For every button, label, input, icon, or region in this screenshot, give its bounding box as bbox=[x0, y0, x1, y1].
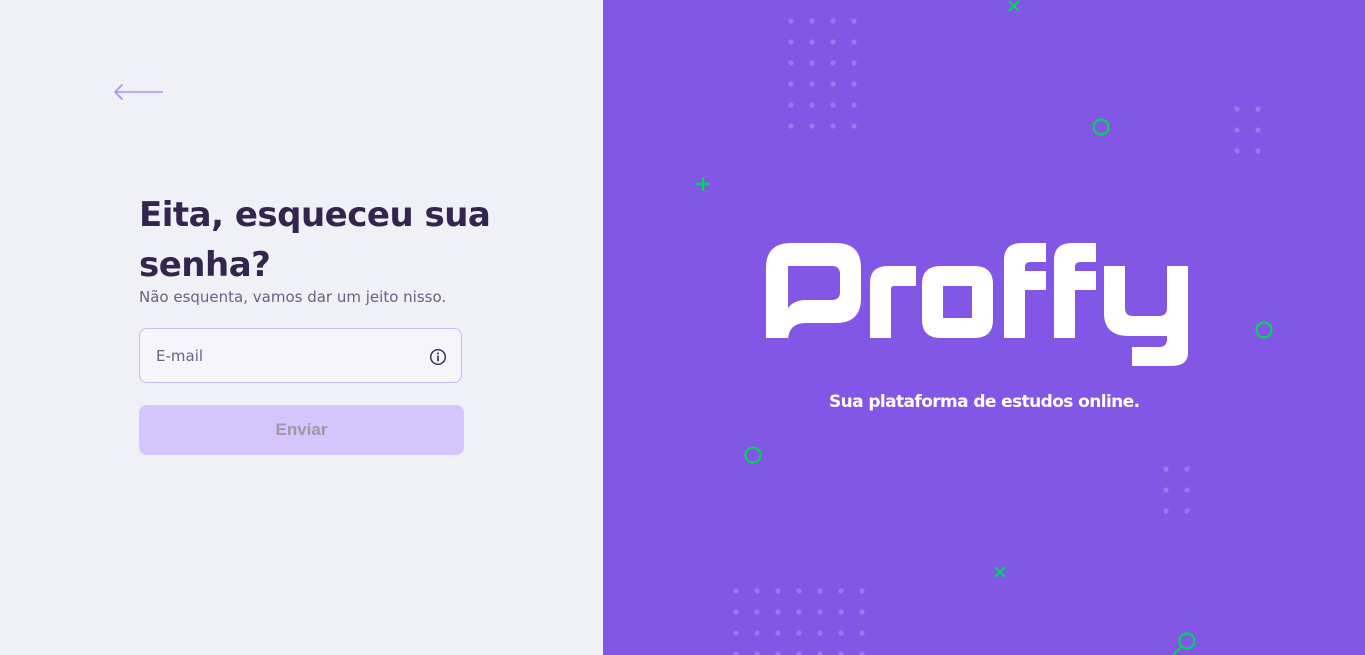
forgot-password-panel: Eita, esqueceu sua senha? Não esquenta, … bbox=[0, 0, 603, 655]
decor-dot bbox=[838, 651, 844, 655]
decor-dot bbox=[754, 609, 760, 615]
decor-dot bbox=[775, 609, 781, 615]
decor-dot bbox=[809, 60, 815, 66]
decor-dot bbox=[838, 630, 844, 636]
decor-dot bbox=[788, 60, 794, 66]
decor-dot bbox=[754, 588, 760, 594]
decor-line bbox=[1172, 646, 1182, 655]
decor-dot bbox=[796, 630, 802, 636]
decor-dot bbox=[1184, 466, 1190, 472]
decor-ring bbox=[1178, 632, 1196, 650]
decor-dot bbox=[809, 123, 815, 129]
slogan: Sua plataforma de estudos online. bbox=[829, 392, 1140, 412]
decor-dot bbox=[851, 60, 857, 66]
decor-dot bbox=[817, 651, 823, 655]
decor-dot bbox=[859, 651, 865, 655]
decor-dot bbox=[1234, 148, 1240, 154]
decor-cross bbox=[1008, 0, 1020, 12]
decor-dot bbox=[817, 630, 823, 636]
submit-button[interactable]: Enviar bbox=[139, 405, 464, 455]
decor-dot bbox=[1255, 106, 1261, 112]
decor-dot bbox=[788, 123, 794, 129]
arrow-left-icon[interactable] bbox=[112, 82, 166, 102]
decor-plus bbox=[696, 177, 710, 191]
decor-dot bbox=[830, 39, 836, 45]
proffy-logo bbox=[766, 243, 1188, 366]
info-circle-icon[interactable] bbox=[429, 348, 447, 366]
decor-dot bbox=[851, 123, 857, 129]
decor-dot bbox=[851, 102, 857, 108]
decor-dot bbox=[788, 81, 794, 87]
decor-dot bbox=[851, 81, 857, 87]
decor-dot bbox=[838, 609, 844, 615]
decor-dot bbox=[733, 630, 739, 636]
email-input[interactable] bbox=[140, 329, 461, 382]
decor-ring bbox=[1092, 118, 1110, 136]
decor-dot bbox=[830, 18, 836, 24]
decor-dot bbox=[817, 609, 823, 615]
decor-dot bbox=[1234, 127, 1240, 133]
decor-dot bbox=[1255, 127, 1261, 133]
decor-dot bbox=[796, 588, 802, 594]
decor-dot bbox=[851, 18, 857, 24]
page-title: Eita, esqueceu sua senha? bbox=[139, 195, 491, 285]
decor-cross bbox=[994, 566, 1006, 578]
decor-ring bbox=[744, 446, 762, 464]
decor-dot bbox=[1163, 508, 1169, 514]
decor-dot bbox=[796, 609, 802, 615]
decor-dot bbox=[1184, 487, 1190, 493]
decor-dot bbox=[830, 81, 836, 87]
decor-ring bbox=[1255, 321, 1273, 339]
decor-dot bbox=[775, 630, 781, 636]
decor-dot bbox=[809, 18, 815, 24]
decor-dot bbox=[1163, 487, 1169, 493]
decor-dot bbox=[830, 102, 836, 108]
decor-dot bbox=[1255, 148, 1261, 154]
decor-dot bbox=[817, 588, 823, 594]
decor-dot bbox=[830, 60, 836, 66]
decor-dot bbox=[733, 651, 739, 655]
decor-dot bbox=[733, 609, 739, 615]
decor-dot bbox=[809, 39, 815, 45]
decor-dot bbox=[788, 39, 794, 45]
decor-dot bbox=[788, 102, 794, 108]
decor-dot bbox=[754, 630, 760, 636]
decor-dot bbox=[1184, 508, 1190, 514]
decor-dot bbox=[859, 630, 865, 636]
decor-dot bbox=[859, 588, 865, 594]
page-subtitle: Não esquenta, vamos dar um jeito nisso. bbox=[139, 288, 447, 306]
decor-dot bbox=[838, 588, 844, 594]
decor-dot bbox=[1234, 106, 1240, 112]
decor-dot bbox=[809, 102, 815, 108]
email-field[interactable] bbox=[139, 328, 462, 383]
decor-dot bbox=[809, 81, 815, 87]
decor-dot bbox=[830, 123, 836, 129]
decor-dot bbox=[775, 651, 781, 655]
decor-dot bbox=[754, 651, 760, 655]
decor-dot bbox=[788, 18, 794, 24]
decor-dot bbox=[859, 609, 865, 615]
decor-dot bbox=[733, 588, 739, 594]
decor-dot bbox=[775, 588, 781, 594]
decor-dot bbox=[1163, 466, 1169, 472]
decor-dot bbox=[796, 651, 802, 655]
decor-dot bbox=[851, 39, 857, 45]
